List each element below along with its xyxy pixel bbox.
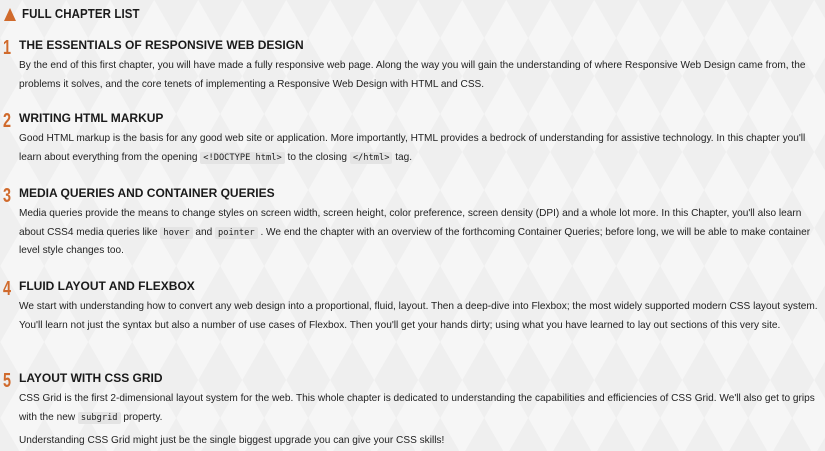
chapter-number: 1 bbox=[3, 37, 12, 59]
chapter-description: CSS Grid is the first 2-dimensional layo… bbox=[19, 393, 815, 424]
chapter-description: Good HTML markup is the basis for any go… bbox=[19, 133, 806, 164]
chapter-title: THE ESSENTIALS OF RESPONSIVE WEB DESIGN bbox=[19, 38, 304, 52]
chapter-title: LAYOUT WITH CSS GRID bbox=[19, 371, 163, 385]
section-title: FULL CHAPTER LIST bbox=[22, 7, 140, 21]
chapter-description: We start with understanding how to conve… bbox=[19, 301, 818, 331]
triangle-icon bbox=[4, 7, 16, 21]
chapter-number: 5 bbox=[3, 370, 12, 392]
chapter-number: 4 bbox=[3, 278, 12, 300]
chapter-list-page: FULL CHAPTER LIST 1 THE ESSENTIALS OF RE… bbox=[0, 0, 825, 450]
chapter-title: MEDIA QUERIES AND CONTAINER QUERIES bbox=[19, 186, 275, 200]
code-snippet: <!DOCTYPE html> bbox=[200, 151, 285, 164]
code-snippet: subgrid bbox=[77, 411, 121, 424]
chapter-description: Media queries provide the means to chang… bbox=[19, 208, 811, 256]
chapter-title: WRITING HTML MARKUP bbox=[19, 111, 164, 125]
chapter-title: FLUID LAYOUT AND FLEXBOX bbox=[19, 279, 195, 293]
chapter-number: 3 bbox=[3, 185, 12, 207]
chapter-description-2: Understanding CSS Grid might just be the… bbox=[19, 435, 445, 446]
chapter-description: By the end of this first chapter, you wi… bbox=[19, 60, 806, 90]
code-snippet: pointer bbox=[215, 226, 258, 239]
section-header: FULL CHAPTER LIST bbox=[4, 6, 150, 22]
code-snippet: </html> bbox=[349, 151, 393, 164]
chapter-number: 2 bbox=[3, 110, 12, 132]
code-snippet: hover bbox=[160, 226, 193, 239]
